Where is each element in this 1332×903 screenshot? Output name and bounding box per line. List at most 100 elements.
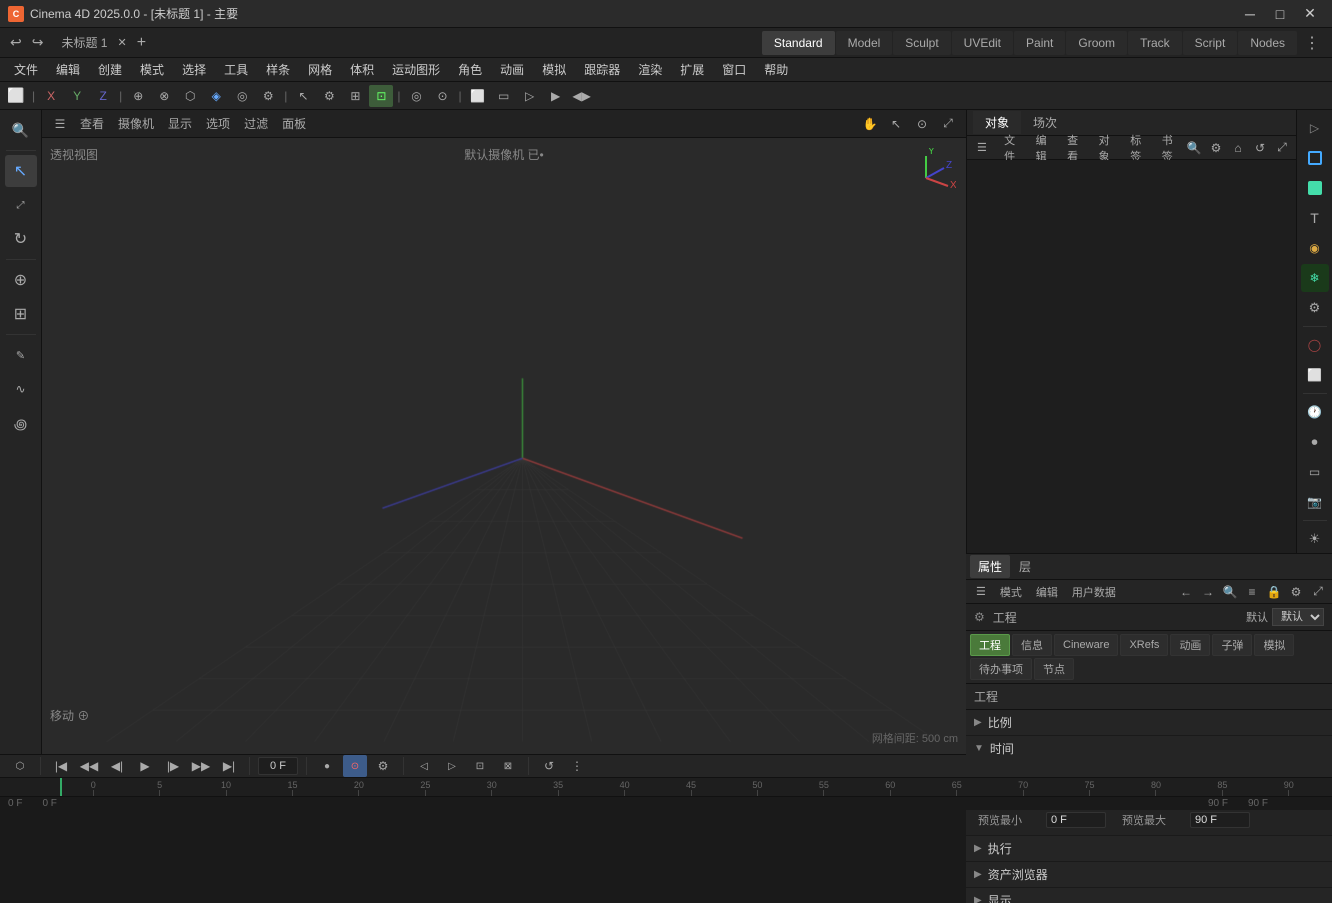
tool-brush2[interactable]: ꩜	[5, 407, 37, 439]
menu-character[interactable]: 角色	[450, 59, 490, 80]
more-modes-button[interactable]: ⋮	[1298, 31, 1326, 55]
vt-display[interactable]: 显示	[162, 113, 198, 134]
menu-select[interactable]: 选择	[174, 59, 214, 80]
tool-render4[interactable]: ▶	[544, 85, 568, 107]
tl-record[interactable]: ⊙	[343, 755, 367, 777]
menu-animate[interactable]: 动画	[492, 59, 532, 80]
props-search[interactable]: 🔍	[1220, 583, 1240, 601]
tl-range1[interactable]: ◁	[412, 755, 436, 777]
mode-tab-uvedit[interactable]: UVEdit	[952, 31, 1013, 55]
tl-frame-display[interactable]: 0 F	[258, 757, 298, 775]
fr-text-icon[interactable]: T	[1301, 204, 1329, 232]
section-asset-header[interactable]: ▶ 资产浏览器	[966, 862, 1332, 887]
undo-button[interactable]: ↩	[6, 32, 26, 53]
fr-box-icon[interactable]: ⬜	[1301, 361, 1329, 389]
subtab-xrefs[interactable]: XRefs	[1120, 634, 1168, 656]
subtab-project[interactable]: 工程	[970, 634, 1010, 656]
fr-arrow-icon[interactable]: ▷	[1301, 114, 1329, 142]
tool-x[interactable]: X	[39, 85, 63, 107]
props-menu[interactable]: ☰	[970, 583, 992, 600]
props-edit[interactable]: 编辑	[1030, 582, 1064, 602]
tool-scale2[interactable]: ⤢	[5, 189, 37, 221]
tool-universal2[interactable]: ⊕	[5, 264, 37, 296]
section-execute-header[interactable]: ▶ 执行	[966, 836, 1332, 861]
menu-tools[interactable]: 工具	[216, 59, 256, 80]
tl-options2[interactable]: ⋮	[565, 755, 589, 777]
props-userdata[interactable]: 用户数据	[1066, 582, 1122, 602]
tool-rotate2[interactable]: ↻	[5, 223, 37, 255]
tl-loop[interactable]: ↺	[537, 755, 561, 777]
subtab-simulate[interactable]: 模拟	[1254, 634, 1294, 656]
tl-settings3[interactable]: ⚙	[371, 755, 395, 777]
tl-prev-frame[interactable]: ◀|	[105, 755, 129, 777]
menu-create[interactable]: 创建	[90, 59, 130, 80]
obj-settings-icon[interactable]: ⚙	[1206, 139, 1226, 157]
tool-snap[interactable]: ⊡	[369, 85, 393, 107]
tool-render3[interactable]: ▷	[518, 85, 542, 107]
tool-curve[interactable]: ∿	[5, 373, 37, 405]
tl-last[interactable]: ▶|	[217, 755, 241, 777]
tool-axis5[interactable]: ◎	[230, 85, 254, 107]
menu-volume[interactable]: 体积	[342, 59, 382, 80]
vt-menu[interactable]: ☰	[48, 113, 72, 135]
props-settings2[interactable]: ⚙	[1286, 583, 1306, 601]
subtab-bullet[interactable]: 子弹	[1212, 634, 1252, 656]
preview-min-input[interactable]	[1046, 812, 1106, 828]
tool-c2[interactable]: ⊙	[431, 85, 455, 107]
subtab-nodes[interactable]: 节点	[1034, 658, 1074, 680]
vt-panel[interactable]: 面板	[276, 113, 312, 134]
obj-refresh-icon[interactable]: ↺	[1250, 139, 1270, 157]
menu-simulate[interactable]: 模拟	[534, 59, 574, 80]
vt-options[interactable]: 选项	[200, 113, 236, 134]
subtab-todo[interactable]: 待办事项	[970, 658, 1032, 680]
vt-zoom[interactable]: ⊙	[910, 113, 934, 135]
tl-range4[interactable]: ⊠	[496, 755, 520, 777]
menu-spline[interactable]: 样条	[258, 59, 298, 80]
props-filter[interactable]: ≡	[1242, 583, 1262, 601]
tool-new[interactable]: ⬜	[4, 85, 28, 107]
tool-c1[interactable]: ◎	[405, 85, 429, 107]
fr-3d-cube-icon[interactable]	[1301, 174, 1329, 202]
tool-grid[interactable]: ⊞	[343, 85, 367, 107]
tool-pen[interactable]: ✎	[5, 339, 37, 371]
props-lock[interactable]: 🔒	[1264, 583, 1284, 601]
fr-dots-icon[interactable]: ◉	[1301, 234, 1329, 262]
tl-play[interactable]: ▶	[133, 755, 157, 777]
tool-render5[interactable]: ◀▶	[570, 85, 594, 107]
redo-button[interactable]: ↪	[28, 32, 48, 53]
tool-transform2[interactable]: ⊞	[5, 298, 37, 330]
tl-next-frame[interactable]: |▶	[161, 755, 185, 777]
close-button[interactable]: ✕	[1296, 3, 1324, 25]
timeline-ruler[interactable]: 051015202530354045505560657075808590	[0, 778, 1332, 797]
props-back[interactable]: ←	[1176, 583, 1196, 601]
tool-pointer[interactable]: ↖	[5, 155, 37, 187]
fr-sun-icon[interactable]: ☀	[1301, 525, 1329, 553]
menu-mograph[interactable]: 运动图形	[384, 59, 448, 80]
fr-record-icon[interactable]: ⏺	[1301, 428, 1329, 456]
mode-tab-script[interactable]: Script	[1183, 31, 1238, 55]
tl-keyframe[interactable]: ⬡	[8, 755, 32, 777]
fr-cube-icon[interactable]	[1301, 144, 1329, 172]
project-close-button[interactable]: ✕	[113, 36, 130, 49]
obj-expand-icon[interactable]: ⤢	[1272, 139, 1292, 157]
vt-view[interactable]: 查看	[74, 113, 110, 134]
tool-render1[interactable]: ⬜	[466, 85, 490, 107]
fr-camera-icon[interactable]: 📷	[1301, 488, 1329, 516]
mode-tab-model[interactable]: Model	[836, 31, 893, 55]
menu-tracker[interactable]: 跟踪器	[576, 59, 628, 80]
subtab-cineware[interactable]: Cineware	[1054, 634, 1118, 656]
props-forward[interactable]: →	[1198, 583, 1218, 601]
menu-help[interactable]: 帮助	[756, 59, 796, 80]
new-tab-button[interactable]: +	[133, 34, 150, 52]
tl-range3[interactable]: ⊡	[468, 755, 492, 777]
mode-tab-track[interactable]: Track	[1128, 31, 1182, 55]
props-expand2[interactable]: ⤢	[1308, 583, 1328, 601]
vt-cursor[interactable]: ↖	[884, 113, 908, 135]
fr-film-icon[interactable]: ▭	[1301, 458, 1329, 486]
tool-render2[interactable]: ▭	[492, 85, 516, 107]
menu-window[interactable]: 窗口	[714, 59, 754, 80]
obj-home-icon[interactable]: ⌂	[1228, 139, 1248, 157]
default-dropdown[interactable]: 默认	[1272, 608, 1324, 626]
obj-menu[interactable]: ☰	[971, 139, 993, 156]
vt-camera[interactable]: 摄像机	[112, 113, 160, 134]
